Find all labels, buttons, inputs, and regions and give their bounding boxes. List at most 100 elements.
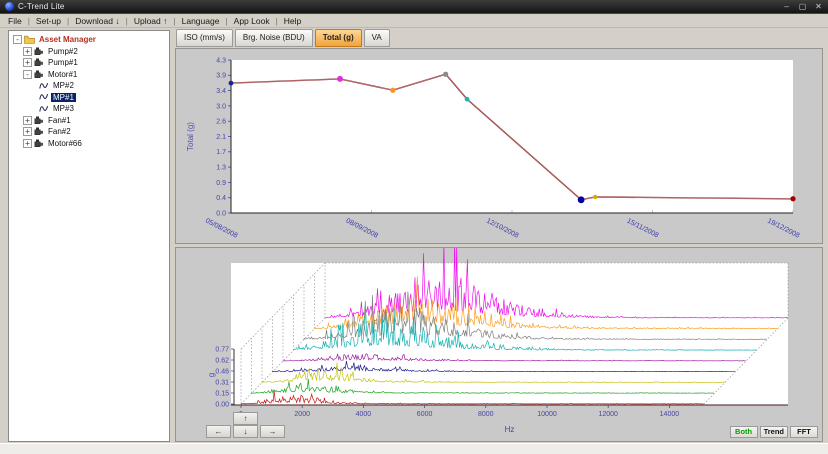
fft-ytick: 0.00 bbox=[215, 401, 229, 408]
tree-row-motor-66: + Motor#66 bbox=[11, 138, 167, 150]
pan-down-button[interactable]: ↓ bbox=[233, 425, 258, 438]
tab-total-g[interactable]: Total (g) bbox=[315, 29, 362, 47]
expand-toggle-motor-66[interactable]: + bbox=[23, 139, 32, 148]
tree-item-motor-1[interactable]: Motor#1 bbox=[46, 70, 79, 79]
wave-icon bbox=[39, 105, 49, 113]
expand-toggle-fan-2[interactable]: + bbox=[23, 127, 32, 136]
expand-toggle-fan-1[interactable]: + bbox=[23, 116, 32, 125]
trend-ytick: 3.9 bbox=[216, 73, 226, 80]
menu-item-set-up[interactable]: Set-up bbox=[31, 16, 66, 26]
chart-area: ISO (mm/s)Brg. Noise (BDU)Total (g)VA 0.… bbox=[175, 28, 823, 443]
trend-date-label: 12/10/2008 bbox=[485, 218, 519, 240]
app-window: C-Trend Lite – ▢ ✕ File|Set-up|Download … bbox=[0, 0, 828, 454]
wave-icon bbox=[39, 82, 49, 90]
trend-ytick: 4.3 bbox=[216, 57, 226, 64]
menu-item-file[interactable]: File bbox=[3, 16, 27, 26]
view-mode-buttons: BothTrendFFT bbox=[730, 426, 818, 438]
trend-ytick: 3.4 bbox=[216, 88, 226, 95]
app-icon bbox=[5, 2, 14, 11]
fft-ytick: 0.15 bbox=[215, 390, 229, 397]
menu-item-download[interactable]: Download ↓ bbox=[70, 16, 124, 26]
fft-ytick: 0.31 bbox=[215, 379, 229, 386]
collapse-toggle-asset-manager[interactable]: - bbox=[13, 35, 22, 44]
expand-toggle-pump-1[interactable]: + bbox=[23, 58, 32, 67]
view-fft-button[interactable]: FFT bbox=[790, 426, 818, 438]
tree-row-pump-2: + Pump#2 bbox=[11, 46, 167, 58]
expand-toggle-pump-2[interactable]: + bbox=[23, 47, 32, 56]
fft-xtick: 10000 bbox=[537, 411, 557, 418]
menu-item-upload[interactable]: Upload ↑ bbox=[129, 16, 173, 26]
trend-date-label: 19/12/2008 bbox=[766, 218, 800, 240]
view-trend-button[interactable]: Trend bbox=[760, 426, 788, 438]
tree-row-fan-1: + Fan#1 bbox=[11, 115, 167, 127]
window-title: C-Trend Lite bbox=[18, 2, 782, 11]
tree-row-fan-2: + Fan#2 bbox=[11, 126, 167, 138]
machine-icon bbox=[34, 58, 44, 67]
tree-row-asset-manager: - Asset Manager bbox=[11, 34, 167, 46]
measurement-tabs: ISO (mm/s)Brg. Noise (BDU)Total (g)VA bbox=[176, 29, 390, 47]
fft-ytick: 0.77 bbox=[215, 346, 229, 353]
fft-xtick: 14000 bbox=[660, 411, 680, 418]
trend-ylabel: Total (g) bbox=[186, 122, 195, 151]
fft-xtick: 2000 bbox=[294, 411, 310, 418]
tree-row-mp-1: MP#1 bbox=[11, 92, 167, 104]
tab-va[interactable]: VA bbox=[364, 29, 390, 47]
view-both-button[interactable]: Both bbox=[730, 426, 758, 438]
tree-item-motor-66[interactable]: Motor#66 bbox=[46, 139, 84, 148]
tree-item-asset-manager[interactable]: Asset Manager bbox=[37, 35, 98, 44]
trend-date-label: 15/11/2008 bbox=[626, 218, 660, 240]
tree-item-mp-3[interactable]: MP#3 bbox=[51, 104, 76, 113]
tree-item-mp-2[interactable]: MP#2 bbox=[51, 81, 76, 90]
wave-icon bbox=[39, 93, 49, 101]
menu-item-help[interactable]: Help bbox=[279, 16, 306, 26]
fft-ylabel: g bbox=[207, 373, 216, 377]
fft-xlabel: Hz bbox=[505, 425, 515, 434]
status-bar bbox=[0, 443, 828, 454]
tree-item-pump-2[interactable]: Pump#2 bbox=[46, 47, 80, 56]
trend-ytick: 0.0 bbox=[216, 210, 226, 217]
window-controls: – ▢ ✕ bbox=[782, 2, 823, 11]
menu-item-app-look[interactable]: App Look bbox=[229, 16, 275, 26]
pan-right-button[interactable]: → bbox=[260, 425, 285, 438]
maximize-button[interactable]: ▢ bbox=[798, 2, 807, 11]
machine-icon bbox=[34, 70, 44, 79]
fft-xtick: 6000 bbox=[417, 411, 433, 418]
tab-brg-noise-bdu[interactable]: Brg. Noise (BDU) bbox=[235, 29, 313, 47]
trend-ytick: 3.0 bbox=[216, 103, 226, 110]
pan-up-button[interactable]: ↑ bbox=[233, 412, 258, 425]
tree-item-mp-1[interactable]: MP#1 bbox=[51, 93, 76, 102]
machine-icon bbox=[34, 139, 44, 148]
tree-item-fan-2[interactable]: Fan#2 bbox=[46, 127, 73, 136]
fft-xtick: 4000 bbox=[356, 411, 372, 418]
trend-ytick: 2.6 bbox=[216, 119, 226, 126]
tree-row-pump-1: + Pump#1 bbox=[11, 57, 167, 69]
pan-controls: ↑←↓→ bbox=[206, 412, 286, 439]
trend-ytick: 1.3 bbox=[216, 165, 226, 172]
trend-date-label: 05/08/2008 bbox=[204, 218, 238, 240]
title-bar: C-Trend Lite – ▢ ✕ bbox=[0, 0, 828, 14]
trend-ytick: 0.4 bbox=[216, 195, 226, 202]
pan-left-button[interactable]: ← bbox=[206, 425, 231, 438]
tab-iso-mm-s[interactable]: ISO (mm/s) bbox=[176, 29, 233, 47]
tree-row-mp-3: MP#3 bbox=[11, 103, 167, 115]
close-button[interactable]: ✕ bbox=[814, 2, 823, 11]
tree-item-pump-1[interactable]: Pump#1 bbox=[46, 58, 80, 67]
menu-bar: File|Set-up|Download ↓|Upload ↑|Language… bbox=[0, 14, 828, 28]
tree-row-mp-2: MP#2 bbox=[11, 80, 167, 92]
machine-icon bbox=[34, 116, 44, 125]
machine-icon bbox=[34, 47, 44, 56]
asset-tree-panel: - Asset Manager + Pump#2 + Pump#1 - Motor#1 MP#2… bbox=[8, 30, 170, 442]
collapse-toggle-motor-1[interactable]: - bbox=[23, 70, 32, 79]
fft-chart-panel: 0.000.150.310.460.620.770200040006000800… bbox=[175, 247, 823, 442]
trend-date-label: 08/09/2008 bbox=[345, 218, 379, 240]
fft-xtick: 12000 bbox=[598, 411, 618, 418]
fft-ytick: 0.62 bbox=[215, 357, 229, 364]
tree-item-fan-1[interactable]: Fan#1 bbox=[46, 116, 73, 125]
main-area: - Asset Manager + Pump#2 + Pump#1 - Motor#1 MP#2… bbox=[0, 28, 828, 443]
trend-ytick: 2.1 bbox=[216, 134, 226, 141]
machine-icon bbox=[34, 127, 44, 136]
trend-ytick: 0.9 bbox=[216, 180, 226, 187]
minimize-button[interactable]: – bbox=[782, 2, 791, 11]
trend-ytick: 1.7 bbox=[216, 149, 226, 156]
menu-item-language[interactable]: Language bbox=[177, 16, 225, 26]
